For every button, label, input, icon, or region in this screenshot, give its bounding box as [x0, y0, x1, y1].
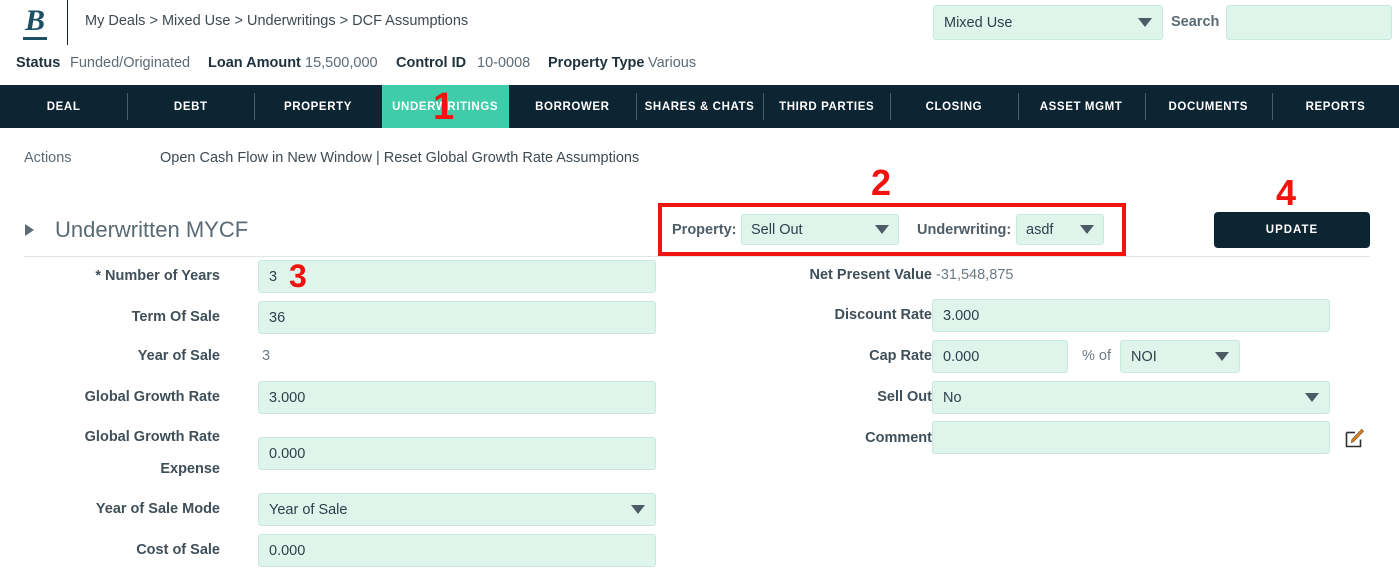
comment-label: Comment [865, 430, 932, 446]
property-type-label: Property Type [548, 55, 645, 71]
annotation-number-2: 2 [871, 162, 892, 203]
global-growth-rate-expense-input[interactable]: 0.000 [258, 437, 656, 470]
term-of-sale-label: Term Of Sale [131, 309, 220, 325]
nav-tab-property[interactable]: PROPERTY [254, 85, 381, 128]
cost-of-sale-label: Cost of Sale [136, 542, 220, 558]
logo-b-glyph: B [22, 6, 47, 40]
nav-tab-debt[interactable]: DEBT [127, 85, 254, 128]
net-present-value-label: Net Present Value [809, 267, 933, 283]
term-of-sale-value: 36 [269, 309, 286, 326]
section-expand-icon[interactable] [25, 224, 34, 236]
status-label: Status [16, 55, 61, 71]
global-growth-rate-input[interactable]: 3.000 [258, 381, 656, 414]
annotation-number-1: 1 [433, 86, 455, 128]
sell-out-value: No [943, 389, 962, 406]
loan-amount-value: 15,500,000 [305, 55, 378, 71]
nav-tab-third-parties[interactable]: THIRD PARTIES [763, 85, 890, 128]
number-of-years-input[interactable]: 3 [258, 260, 656, 293]
cap-rate-basis-select[interactable]: NOI [1120, 340, 1240, 373]
year-of-sale-label: Year of Sale [137, 348, 220, 364]
page-title: Underwritten MYCF [55, 217, 249, 242]
actions-label: Actions [24, 150, 72, 166]
update-button[interactable]: UPDATE [1214, 212, 1370, 248]
actions-links[interactable]: Open Cash Flow in New Window | Reset Glo… [160, 150, 639, 166]
cost-of-sale-input[interactable]: 0.000 [258, 534, 656, 567]
control-id-value: 10-0008 [477, 55, 531, 71]
global-growth-rate-value: 3.000 [269, 389, 306, 406]
cap-rate-basis-value: NOI [1131, 348, 1157, 365]
sell-out-label: Sell Out [877, 389, 932, 405]
chevron-down-icon [631, 505, 645, 514]
number-of-years-label: * Number of Years [95, 268, 220, 284]
nav-tab-borrower[interactable]: BORROWER [509, 85, 636, 128]
net-present-value-value: -31,548,875 [936, 267, 1014, 283]
app-header: B My Deals > Mixed Use > Underwritings >… [0, 0, 1399, 45]
main-nav: DEAL DEBT PROPERTY UNDERWRITINGS BORROWE… [0, 85, 1399, 128]
breadcrumb[interactable]: My Deals > Mixed Use > Underwritings > D… [85, 13, 468, 29]
term-of-sale-input[interactable]: 36 [258, 301, 656, 334]
search-label: Search [1171, 14, 1220, 30]
nav-tab-deal[interactable]: DEAL [0, 85, 127, 128]
annotation-box-selectors [658, 203, 1126, 256]
year-of-sale-mode-label: Year of Sale Mode [95, 501, 220, 517]
nav-tab-closing[interactable]: CLOSING [890, 85, 1017, 128]
year-of-sale-mode-select[interactable]: Year of Sale [258, 493, 656, 526]
percent-of-label: % of [1082, 348, 1112, 364]
sell-out-select[interactable]: No [932, 381, 1330, 414]
control-id-label: Control ID [396, 55, 467, 71]
number-of-years-value: 3 [269, 268, 278, 285]
edit-pencil-icon[interactable] [1344, 427, 1366, 449]
cost-of-sale-value: 0.000 [269, 542, 306, 559]
deal-context-select-value: Mixed Use [944, 14, 1013, 31]
global-growth-rate-expense-label-line1: Global Growth Rate [84, 429, 220, 445]
global-growth-rate-expense-label-line2: Expense [160, 461, 220, 477]
app-logo[interactable]: B [10, 2, 60, 44]
property-type-value: Various [648, 55, 697, 71]
cap-rate-input[interactable]: 0.000 [932, 340, 1068, 373]
deal-status-bar: Status Funded/Originated Loan Amount 15,… [0, 48, 1399, 83]
status-value: Funded/Originated [70, 55, 191, 71]
discount-rate-input[interactable]: 3.000 [932, 299, 1330, 332]
nav-tab-documents[interactable]: DOCUMENTS [1144, 85, 1272, 128]
header-divider [67, 0, 68, 45]
loan-amount-label: Loan Amount [208, 55, 301, 71]
nav-tab-reports[interactable]: REPORTS [1271, 85, 1399, 128]
annotation-number-3: 3 [289, 258, 307, 294]
global-growth-rate-expense-value: 0.000 [269, 445, 306, 462]
chevron-down-icon [1215, 352, 1229, 361]
chevron-down-icon [1138, 18, 1152, 27]
discount-rate-value: 3.000 [943, 307, 980, 324]
comment-input[interactable] [932, 421, 1330, 454]
deal-context-select[interactable]: Mixed Use [933, 5, 1163, 40]
year-of-sale-value: 3 [262, 348, 271, 364]
section-divider [24, 256, 1370, 257]
discount-rate-label: Discount Rate [834, 307, 933, 323]
page-root: B My Deals > Mixed Use > Underwritings >… [0, 0, 1399, 587]
nav-tab-shares-chats[interactable]: SHARES & CHATS [635, 85, 763, 128]
chevron-down-icon [1305, 393, 1319, 402]
nav-tab-asset-mgmt[interactable]: ASSET MGMT [1017, 85, 1145, 128]
cap-rate-label: Cap Rate [869, 348, 932, 364]
search-input[interactable] [1226, 5, 1392, 40]
year-of-sale-mode-value: Year of Sale [269, 501, 348, 518]
global-growth-rate-label: Global Growth Rate [84, 389, 220, 405]
cap-rate-value: 0.000 [943, 348, 980, 365]
annotation-number-4: 4 [1276, 172, 1297, 213]
